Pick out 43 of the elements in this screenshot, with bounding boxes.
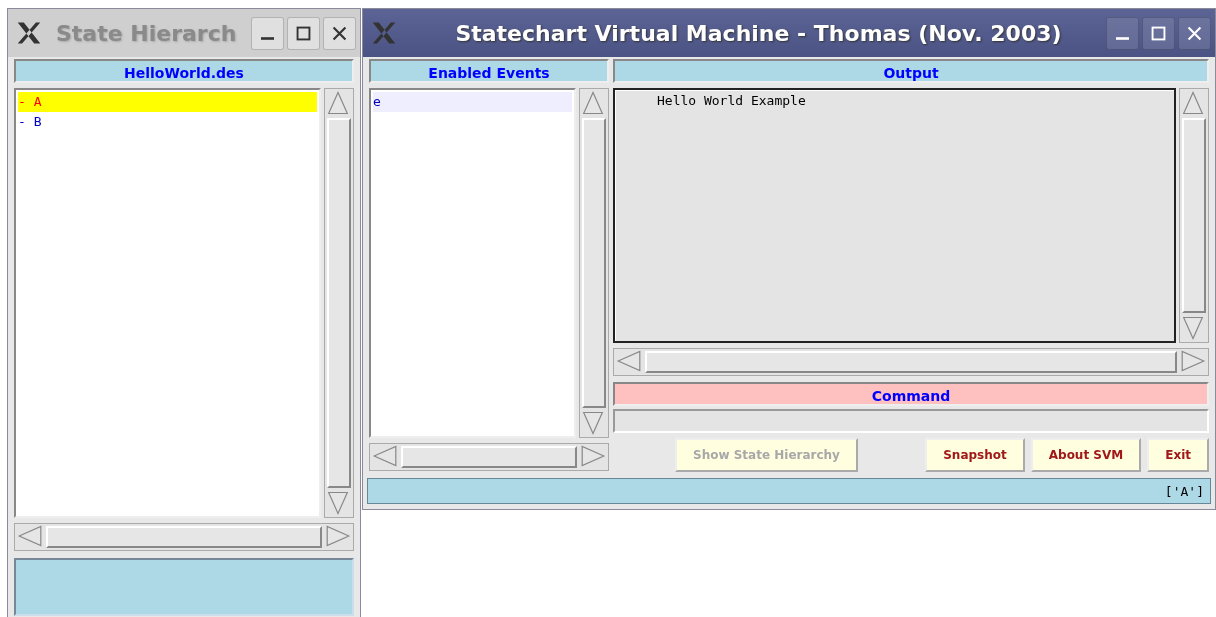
minimize-button[interactable]	[1106, 16, 1139, 50]
maximize-button[interactable]	[287, 16, 320, 50]
down-arrow-icon	[325, 489, 351, 517]
command-header: Command	[613, 382, 1209, 406]
window-title: Statechart Virtual Machine - Thomas (Nov. 2003)	[454, 20, 1063, 46]
action-button[interactable]: Snapshot	[925, 438, 1025, 472]
vertical-scrollbar[interactable]	[1179, 88, 1209, 343]
down-arrow-icon	[580, 409, 606, 437]
output-header: Output	[613, 59, 1209, 83]
events-header: Enabled Events	[369, 59, 609, 83]
minimize-icon	[261, 36, 274, 40]
x-logo-icon	[371, 21, 397, 45]
close-button[interactable]	[1178, 16, 1211, 50]
up-arrow-icon	[325, 89, 351, 117]
horizontal-scrollbar[interactable]	[14, 523, 354, 551]
file-header: HelloWorld.des	[14, 59, 354, 83]
scroll-thumb[interactable]	[645, 351, 1177, 373]
action-button[interactable]: About SVM	[1030, 438, 1142, 472]
output-line: Hello World Example	[657, 92, 807, 110]
scroll-thumb[interactable]	[1182, 118, 1206, 313]
status-text: ['A']	[1164, 483, 1204, 499]
state-item[interactable]: - B	[18, 112, 317, 132]
state-item[interactable]: - A	[18, 92, 317, 112]
up-arrow-icon	[580, 89, 606, 117]
minimize-icon	[1116, 36, 1129, 40]
window-title: State Hierarch	[56, 20, 238, 46]
minimize-button[interactable]	[251, 16, 284, 50]
horizontal-scrollbar[interactable]	[613, 348, 1209, 376]
up-arrow-icon	[1180, 89, 1206, 117]
scroll-thumb[interactable]	[327, 118, 351, 488]
down-arrow-icon	[1180, 314, 1206, 342]
vertical-scrollbar[interactable]	[324, 88, 354, 518]
scroll-thumb[interactable]	[582, 118, 606, 408]
event-item[interactable]: e	[373, 92, 572, 112]
close-button[interactable]	[323, 16, 356, 50]
vertical-scrollbar[interactable]	[579, 88, 609, 438]
command-field[interactable]	[613, 409, 1209, 433]
x-logo-icon	[16, 21, 42, 45]
scroll-thumb[interactable]	[401, 446, 577, 468]
scroll-thumb[interactable]	[46, 526, 322, 548]
horizontal-scrollbar[interactable]	[369, 443, 609, 471]
maximize-button[interactable]	[1142, 16, 1175, 50]
action-button[interactable]: Exit	[1147, 438, 1209, 472]
